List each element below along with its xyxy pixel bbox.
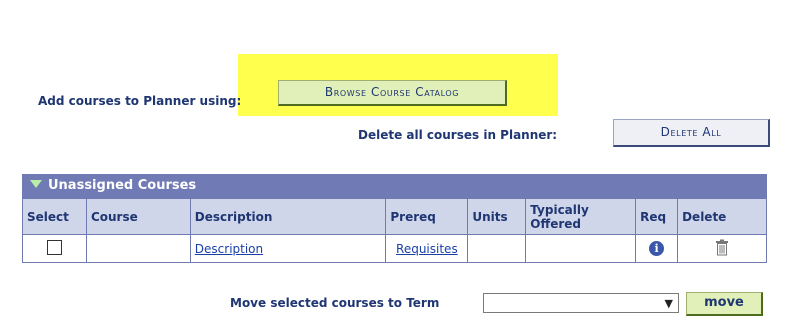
move-selected-label: Move selected courses to Term bbox=[230, 296, 440, 310]
select-checkbox[interactable] bbox=[46, 239, 62, 255]
add-courses-label: Add courses to Planner using: bbox=[38, 94, 242, 108]
table-row: Description Requisites i bbox=[22, 234, 767, 263]
col-prereq: Prereq bbox=[385, 198, 469, 235]
trash-icon[interactable] bbox=[715, 239, 729, 256]
course-cell bbox=[85, 234, 191, 263]
chevron-down-icon: ▼ bbox=[664, 297, 673, 310]
move-button[interactable]: move bbox=[686, 292, 763, 316]
col-units: Units bbox=[467, 198, 527, 235]
col-select: Select bbox=[22, 198, 87, 235]
term-select[interactable]: ▼ bbox=[483, 293, 679, 313]
browse-course-catalog-button[interactable]: Browse Course Catalog bbox=[278, 80, 507, 106]
description-link[interactable]: Description bbox=[195, 242, 263, 256]
unassigned-courses-table: Select Course Description Prereq Units T… bbox=[22, 198, 767, 263]
col-req: Req bbox=[635, 198, 679, 235]
col-description: Description bbox=[189, 198, 387, 235]
units-cell bbox=[467, 234, 527, 263]
info-icon[interactable]: i bbox=[649, 241, 665, 256]
collapse-triangle-icon[interactable] bbox=[30, 180, 42, 188]
unassigned-courses-header[interactable]: Unassigned Courses bbox=[22, 174, 767, 198]
grid-title: Unassigned Courses bbox=[48, 178, 197, 193]
col-course: Course bbox=[85, 198, 191, 235]
requisites-link[interactable]: Requisites bbox=[396, 242, 458, 256]
table-header-row: Select Course Description Prereq Units T… bbox=[22, 198, 767, 235]
delete-all-button[interactable]: Delete All bbox=[613, 119, 770, 147]
delete-all-label: Delete all courses in Planner: bbox=[358, 128, 558, 142]
col-typically-offered: Typically Offered bbox=[525, 198, 637, 235]
typically-offered-cell bbox=[525, 234, 637, 263]
col-delete: Delete bbox=[677, 198, 767, 235]
